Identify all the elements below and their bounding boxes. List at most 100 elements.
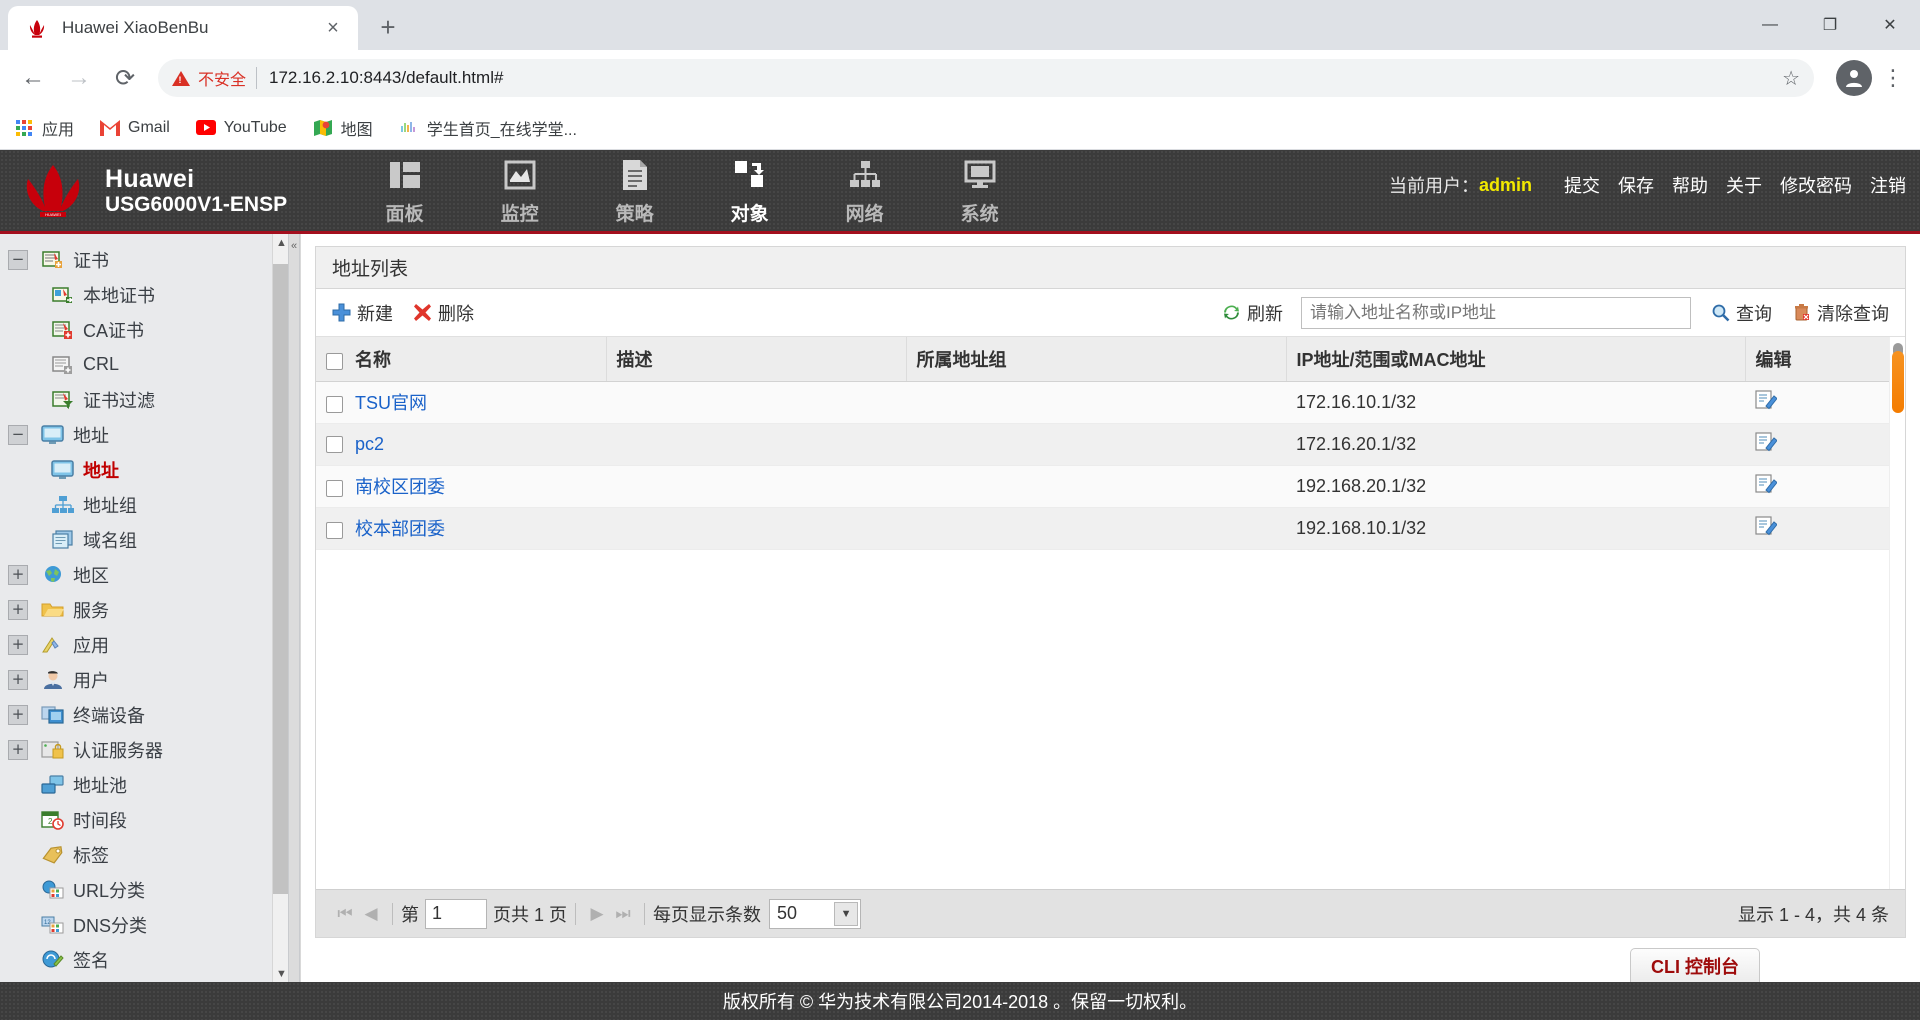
scrollbar-thumb[interactable] <box>1892 351 1904 413</box>
new-tab-button[interactable]: + <box>368 7 408 47</box>
nav-item-policy[interactable]: 策略 <box>577 155 692 226</box>
collapse-toggle-icon[interactable]: − <box>8 424 28 445</box>
bookmark-apps[interactable]: 应用 <box>14 116 74 140</box>
reload-icon[interactable]: ⟳ <box>102 55 148 101</box>
collapse-toggle-icon[interactable]: − <box>8 249 28 270</box>
table-row[interactable]: 南校区团委 192.168.20.1/32 <box>316 465 1905 508</box>
expand-toggle-icon[interactable]: + <box>8 669 28 690</box>
sidebar-item-local-certificate[interactable]: 本地证书 <box>0 277 299 312</box>
sidebar-item-address-group[interactable]: 地址组 <box>0 487 299 522</box>
profile-avatar[interactable] <box>1836 60 1872 96</box>
sidebar-item-time-range[interactable]: 2 时间段 <box>0 802 299 837</box>
address-name-link[interactable]: pc2 <box>355 434 384 454</box>
maximize-icon[interactable]: ❐ <box>1800 0 1860 50</box>
sidebar-item-certificate[interactable]: − 证书 <box>0 242 299 277</box>
sidebar-item-address-parent[interactable]: − 地址 <box>0 417 299 452</box>
bookmark-student-home[interactable]: 学生首页_在线学堂... <box>399 116 577 140</box>
expand-toggle-icon[interactable]: + <box>8 634 28 655</box>
next-page-icon[interactable]: ▶ <box>584 904 610 924</box>
sidebar-item-application[interactable]: + 应用 <box>0 627 299 662</box>
nav-item-dashboard[interactable]: 面板 <box>347 155 462 226</box>
close-icon[interactable]: × <box>320 15 346 41</box>
logout-link[interactable]: 注销 <box>1870 172 1906 198</box>
col-description[interactable]: 描述 <box>606 337 907 382</box>
help-link[interactable]: 帮助 <box>1672 172 1708 198</box>
change-password-link[interactable]: 修改密码 <box>1780 172 1852 198</box>
row-checkbox[interactable] <box>326 479 343 497</box>
address-name-link[interactable]: 南校区团委 <box>355 477 445 497</box>
query-button[interactable]: 查询 <box>1709 300 1772 326</box>
cell-edit[interactable] <box>1745 465 1905 508</box>
row-checkbox[interactable] <box>326 395 343 413</box>
bookmark-youtube[interactable]: YouTube <box>195 118 287 138</box>
sidebar-item-tag[interactable]: 标签 <box>0 837 299 872</box>
edit-icon[interactable] <box>1755 515 1778 540</box>
clear-query-button[interactable]: 清除查询 <box>1790 300 1889 326</box>
table-scrollbar[interactable] <box>1889 337 1905 889</box>
submit-link[interactable]: 提交 <box>1564 172 1600 198</box>
table-row[interactable]: 校本部团委 192.168.10.1/32 <box>316 507 1905 550</box>
cell-edit[interactable] <box>1745 381 1905 424</box>
last-page-icon[interactable]: ⏭ <box>610 904 636 924</box>
bookmark-maps[interactable]: 地图 <box>313 116 373 140</box>
refresh-button[interactable]: 刷新 <box>1220 300 1283 326</box>
browser-menu-icon[interactable]: ⋮ <box>1876 59 1910 97</box>
save-link[interactable]: 保存 <box>1618 172 1654 198</box>
expand-toggle-icon[interactable]: + <box>8 564 28 585</box>
forward-icon[interactable]: → <box>56 55 102 101</box>
cell-edit[interactable] <box>1745 423 1905 466</box>
about-link[interactable]: 关于 <box>1726 172 1762 198</box>
cell-edit[interactable] <box>1745 507 1905 550</box>
table-row[interactable]: TSU官网 172.16.10.1/32 <box>316 381 1905 424</box>
sidebar-item-certificate-filter[interactable]: 证书过滤 <box>0 382 299 417</box>
cli-console-button[interactable]: CLI 控制台 <box>1630 948 1760 982</box>
delete-button[interactable]: 删除 <box>411 300 474 326</box>
sidebar-item-address-pool[interactable]: 地址池 <box>0 767 299 802</box>
table-row[interactable]: pc2 172.16.20.1/32 <box>316 423 1905 466</box>
col-ip[interactable]: IP地址/范围或MAC地址 <box>1286 337 1746 382</box>
edit-icon[interactable] <box>1755 389 1778 414</box>
first-page-icon[interactable]: ⏮ <box>332 904 358 924</box>
sidebar-item-signature[interactable]: 签名 <box>0 942 299 977</box>
bookmark-star-icon[interactable]: ☆ <box>1782 66 1800 91</box>
address-name-link[interactable]: TSU官网 <box>355 393 427 413</box>
back-icon[interactable]: ← <box>10 55 56 101</box>
prev-page-icon[interactable]: ◀ <box>358 904 384 924</box>
sidebar-item-dns-category[interactable]: 12 DNS分类 <box>0 907 299 942</box>
sidebar-collapse-handle[interactable]: « <box>288 234 299 982</box>
sidebar-item-crl[interactable]: CRL <box>0 347 299 382</box>
expand-toggle-icon[interactable]: + <box>8 704 28 725</box>
chevron-down-icon[interactable]: ▼ <box>834 901 859 926</box>
sidebar-scrollbar[interactable]: ▲ ▼ <box>272 234 290 982</box>
nav-item-system[interactable]: 系统 <box>922 155 1037 226</box>
address-bar[interactable]: 不安全 172.16.2.10:8443/default.html# ☆ <box>158 59 1814 97</box>
page-number-input[interactable] <box>425 898 487 929</box>
nav-item-object[interactable]: 对象 <box>692 155 807 226</box>
row-checkbox[interactable] <box>326 521 343 539</box>
sidebar-item-domain-group[interactable]: 域名组 <box>0 522 299 557</box>
bookmark-gmail[interactable]: Gmail <box>100 118 170 138</box>
select-all-checkbox[interactable] <box>326 352 343 370</box>
sidebar-item-terminal-device[interactable]: + 终端设备 <box>0 697 299 732</box>
new-button[interactable]: 新建 <box>330 300 393 326</box>
sidebar-item-region[interactable]: + 地区 <box>0 557 299 592</box>
address-name-link[interactable]: 校本部团委 <box>355 519 445 539</box>
expand-toggle-icon[interactable]: + <box>8 739 28 760</box>
browser-tab[interactable]: Huawei XiaoBenBu × <box>8 6 358 50</box>
edit-icon[interactable] <box>1755 473 1778 498</box>
edit-icon[interactable] <box>1755 431 1778 456</box>
window-close-icon[interactable]: ✕ <box>1860 0 1920 50</box>
minimize-icon[interactable]: — <box>1740 0 1800 50</box>
sidebar-item-user[interactable]: + 用户 <box>0 662 299 697</box>
expand-toggle-icon[interactable]: + <box>8 599 28 620</box>
sidebar-item-ca-certificate[interactable]: CA证书 <box>0 312 299 347</box>
col-name[interactable]: 名称 <box>316 337 607 382</box>
row-checkbox[interactable] <box>326 436 343 454</box>
nav-item-network[interactable]: 网络 <box>807 155 922 226</box>
search-input[interactable] <box>1301 296 1691 329</box>
nav-item-monitor[interactable]: 监控 <box>462 155 577 226</box>
sidebar-item-auth-server[interactable]: + 认证服务器 <box>0 732 299 767</box>
sidebar-item-url-category[interactable]: URL分类 <box>0 872 299 907</box>
col-address-group[interactable]: 所属地址组 <box>906 337 1287 382</box>
sidebar-item-service[interactable]: + 服务 <box>0 592 299 627</box>
